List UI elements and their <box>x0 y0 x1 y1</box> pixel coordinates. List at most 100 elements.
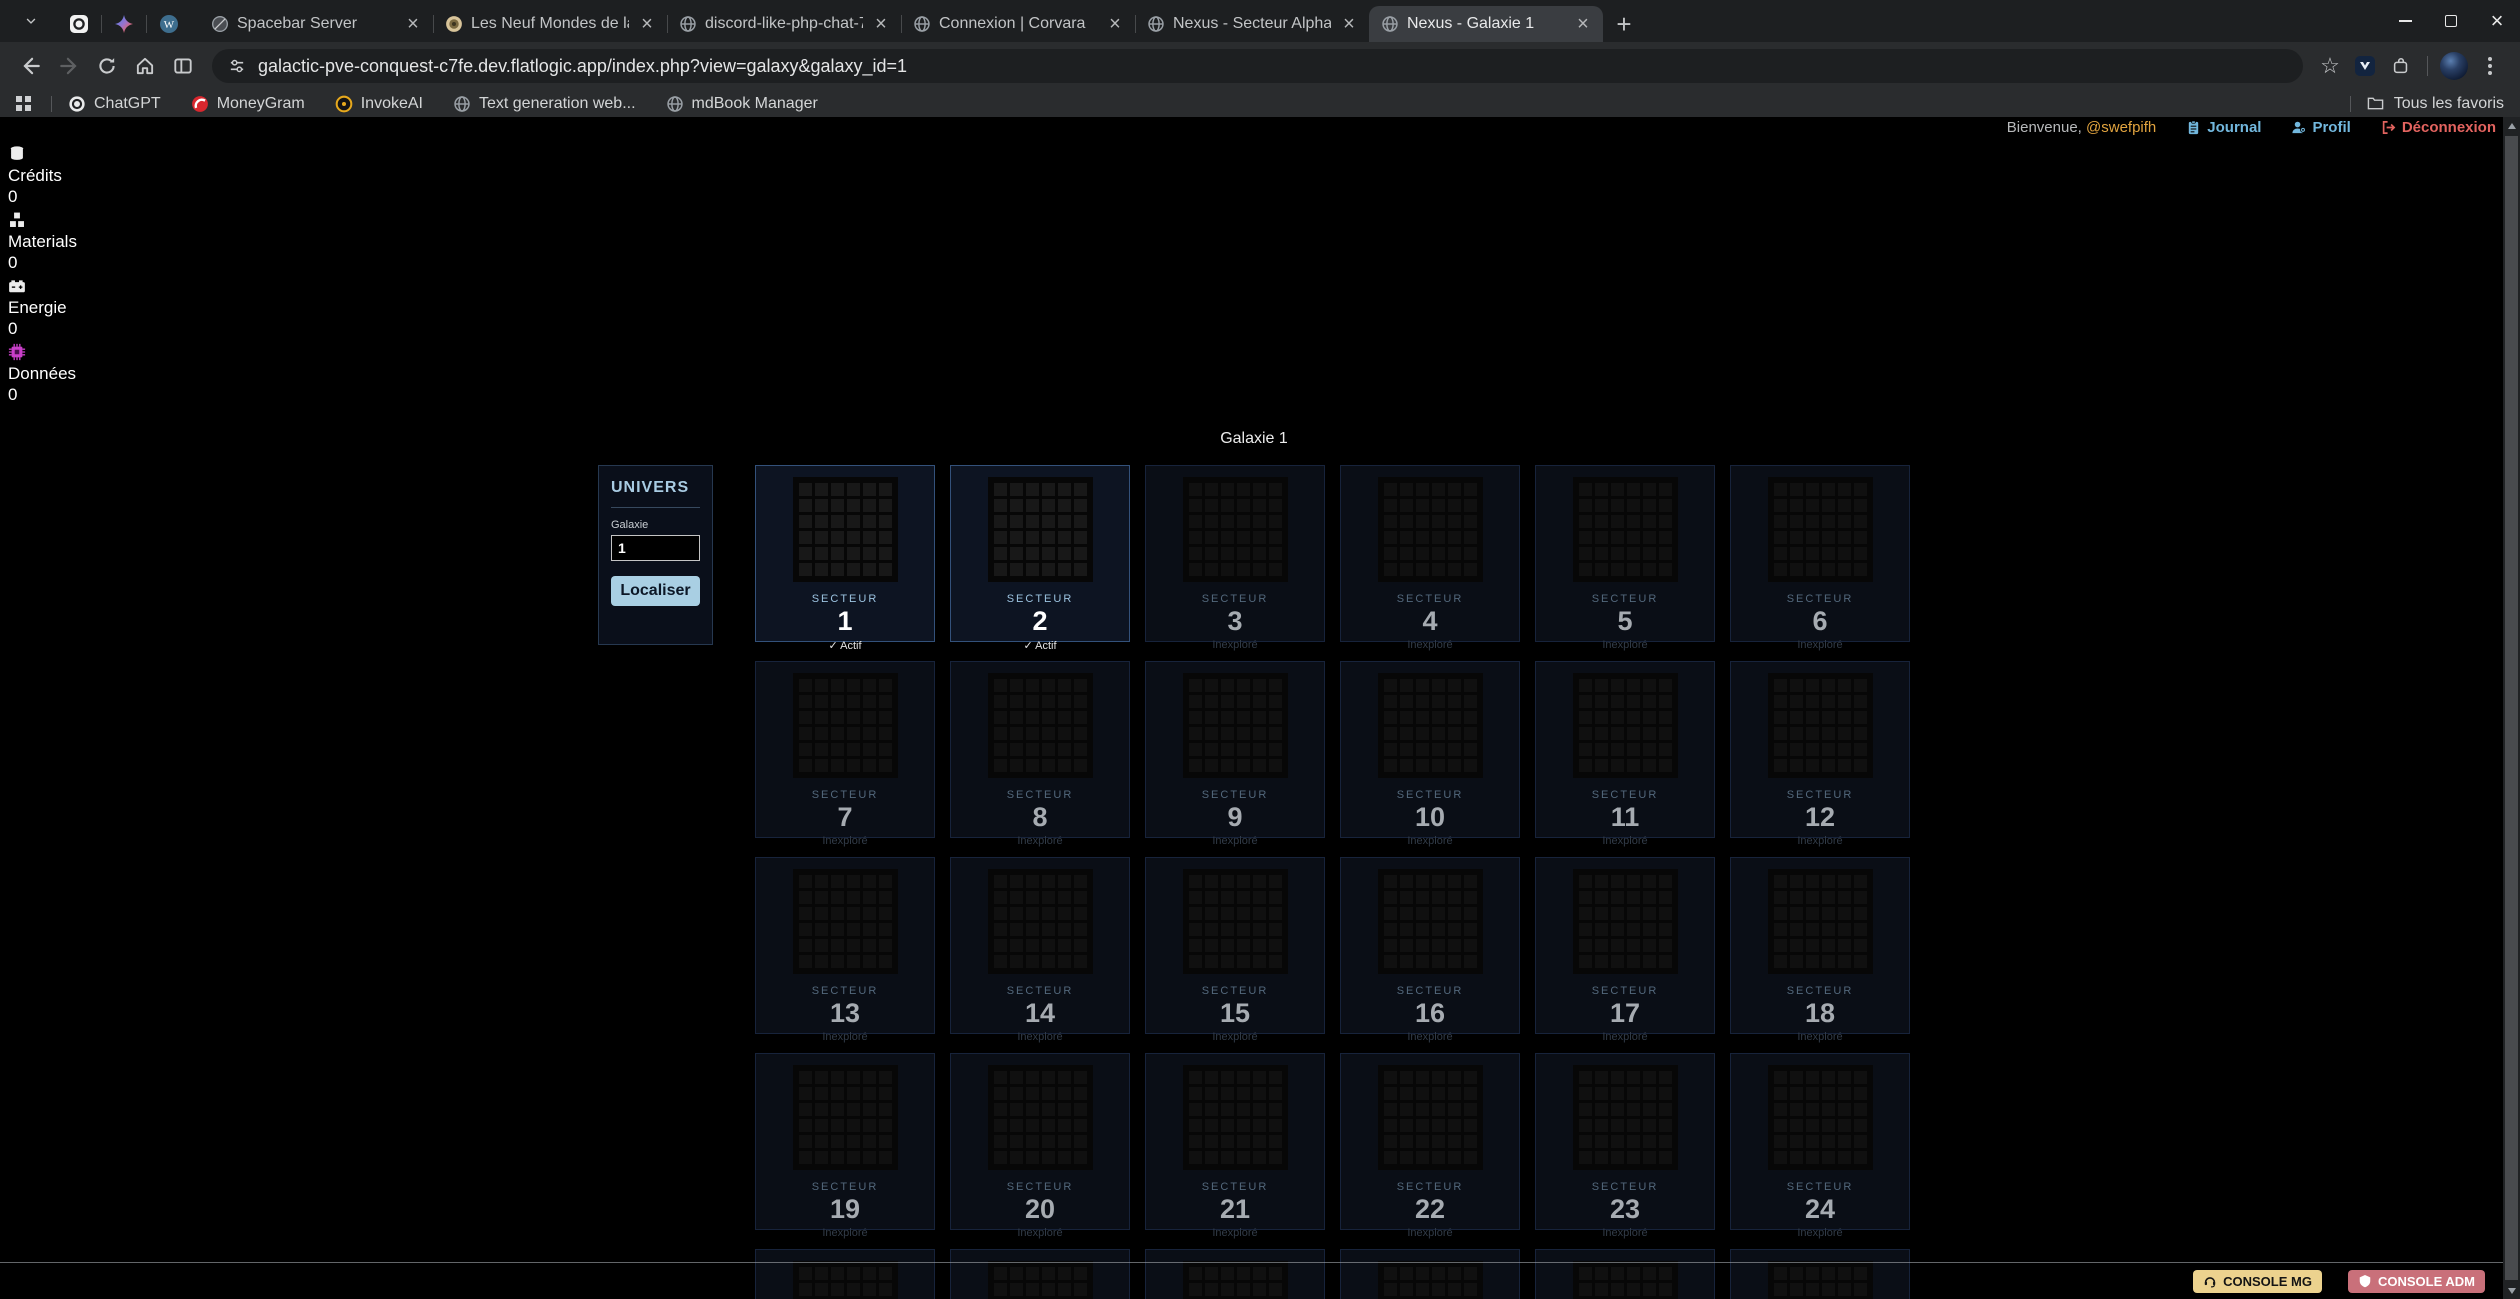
tab-close-icon[interactable]: × <box>1339 14 1359 34</box>
sector-card-1[interactable]: SECTEUR1✓ Actif <box>755 465 935 642</box>
apps-grid-icon[interactable] <box>16 96 31 111</box>
site-settings-icon[interactable] <box>228 57 246 75</box>
sector-card-11[interactable]: SECTEUR11Inexploré <box>1535 661 1715 838</box>
profile-avatar[interactable] <box>2436 48 2472 84</box>
minimap-cell <box>1854 727 1867 740</box>
sector-card-23[interactable]: SECTEUR23Inexploré <box>1535 1053 1715 1230</box>
logout-link[interactable]: Déconnexion <box>2381 119 2496 136</box>
minimap-cell <box>1579 743 1592 756</box>
sector-minimap <box>1573 869 1678 974</box>
close-button[interactable]: × <box>2474 0 2520 42</box>
minimap-cell <box>1790 695 1803 708</box>
minimap-cell <box>1448 515 1461 528</box>
minimap-cell <box>1659 563 1672 576</box>
sector-card-18[interactable]: SECTEUR18Inexploré <box>1730 857 1910 1034</box>
bookmark-text-generation-web[interactable]: Text generation web... <box>453 95 636 113</box>
sector-card-24[interactable]: SECTEUR24Inexploré <box>1730 1053 1910 1230</box>
home-button[interactable] <box>126 47 164 85</box>
minimap-cell <box>847 1151 860 1164</box>
sector-card-13[interactable]: SECTEUR13Inexploré <box>755 857 935 1034</box>
tab-spacebar-server[interactable]: Spacebar Server× <box>199 6 433 42</box>
tab-nexus-galaxie-1[interactable]: Nexus - Galaxie 1× <box>1369 6 1603 42</box>
sector-status: Inexploré <box>1407 1031 1452 1043</box>
forward-button[interactable] <box>50 47 88 85</box>
bookmark-star-icon[interactable]: ☆ <box>2313 53 2347 79</box>
sector-card-9[interactable]: SECTEUR9Inexploré <box>1145 661 1325 838</box>
minimap-cell <box>831 695 844 708</box>
sector-card-12[interactable]: SECTEUR12Inexploré <box>1730 661 1910 838</box>
tab-close-icon[interactable]: × <box>871 14 891 34</box>
console-adm-button[interactable]: CONSOLE ADM <box>2348 1270 2485 1293</box>
tab-close-icon[interactable]: × <box>637 14 657 34</box>
minimap-cell <box>1854 1087 1867 1100</box>
minimap-cell <box>1400 759 1413 772</box>
minimap-cell <box>1822 679 1835 692</box>
minimap-cell <box>1269 875 1282 888</box>
bookmarks-bar: ChatGPT MoneyGram InvokeAI Text generation … <box>0 90 2520 117</box>
tab-discord-like-php-chat-7262-de[interactable]: discord-like-php-chat-7262.de× <box>667 6 901 42</box>
minimize-button[interactable] <box>2382 0 2428 42</box>
page-scrollbar[interactable] <box>2503 117 2520 1299</box>
scrollbar-thumb[interactable] <box>2505 136 2518 1280</box>
sector-card-16[interactable]: SECTEUR16Inexploré <box>1340 857 1520 1034</box>
sector-card-4[interactable]: SECTEUR4Inexploré <box>1340 465 1520 642</box>
localiser-button[interactable]: Localiser <box>611 576 700 606</box>
new-tab-button[interactable]: + <box>1603 6 1645 42</box>
minimap-cell <box>1579 759 1592 772</box>
back-button[interactable] <box>12 47 50 85</box>
minimap-cell <box>1448 483 1461 496</box>
minimap-cell <box>1269 759 1282 772</box>
tab-title: Les Neuf Mondes de la Mythol <box>471 15 629 33</box>
profil-link[interactable]: Profil <box>2291 119 2350 136</box>
pinned-tab-wordpress[interactable]: W <box>146 12 191 36</box>
sector-card-17[interactable]: SECTEUR17Inexploré <box>1535 857 1715 1034</box>
sector-card-3[interactable]: SECTEUR3Inexploré <box>1145 465 1325 642</box>
address-bar[interactable]: galactic-pve-conquest-c7fe.dev.flatlogic… <box>212 49 2303 83</box>
minimap-cell <box>994 939 1007 952</box>
reload-button[interactable] <box>88 47 126 85</box>
tab-close-icon[interactable]: × <box>403 14 423 34</box>
minimap-cell <box>1253 955 1266 968</box>
sector-card-21[interactable]: SECTEUR21Inexploré <box>1145 1053 1325 1230</box>
minimap-cell <box>1384 939 1397 952</box>
extension-icon-blue[interactable] <box>2347 48 2383 84</box>
side-panel-icon[interactable] <box>164 47 202 85</box>
tab-close-icon[interactable]: × <box>1573 14 1593 34</box>
sector-card-5[interactable]: SECTEUR5Inexploré <box>1535 465 1715 642</box>
sector-minimap <box>1768 477 1873 582</box>
maximize-button[interactable] <box>2428 0 2474 42</box>
journal-link[interactable]: Journal <box>2186 119 2261 136</box>
sector-card-14[interactable]: SECTEUR14Inexploré <box>950 857 1130 1034</box>
tab-nexus-secteur-alpha-g1[interactable]: Nexus - Secteur Alpha [G1]× <box>1135 6 1369 42</box>
tab-les-neuf-mondes-de-la-mythol[interactable]: Les Neuf Mondes de la Mythol × <box>433 6 667 42</box>
tab-connexion-corvara[interactable]: Connexion | Corvara× <box>901 6 1135 42</box>
minimap-cell <box>847 563 860 576</box>
extensions-puzzle-icon[interactable] <box>2383 48 2419 84</box>
console-mg-button[interactable]: CONSOLE MG <box>2193 1270 2322 1293</box>
sector-card-10[interactable]: SECTEUR10Inexploré <box>1340 661 1520 838</box>
tab-search-button[interactable] <box>14 4 48 38</box>
sector-card-15[interactable]: SECTEUR15Inexploré <box>1145 857 1325 1034</box>
sector-card-19[interactable]: SECTEUR19Inexploré <box>755 1053 935 1230</box>
bookmark-mdbook-manager[interactable]: mdBook Manager <box>666 95 818 113</box>
url-text[interactable]: galactic-pve-conquest-c7fe.dev.flatlogic… <box>258 56 907 77</box>
browser-menu-icon[interactable] <box>2472 48 2508 84</box>
sector-card-20[interactable]: SECTEUR20Inexploré <box>950 1053 1130 1230</box>
galaxy-input[interactable] <box>611 535 700 561</box>
sector-card-22[interactable]: SECTEUR22Inexploré <box>1340 1053 1520 1230</box>
pinned-tab-gemini[interactable] <box>101 12 146 36</box>
sector-card-8[interactable]: SECTEUR8Inexploré <box>950 661 1130 838</box>
all-bookmarks-button[interactable]: Tous les favoris <box>2367 95 2504 113</box>
pinned-tab-chatgpt[interactable] <box>56 12 101 36</box>
bookmark-chatgpt[interactable]: ChatGPT <box>68 95 161 113</box>
sector-card-2[interactable]: SECTEUR2✓ Actif <box>950 465 1130 642</box>
bookmark-moneygram[interactable]: MoneyGram <box>191 95 305 113</box>
tab-close-icon[interactable]: × <box>1105 14 1125 34</box>
sector-card-6[interactable]: SECTEUR6Inexploré <box>1730 465 1910 642</box>
minimap-cell <box>1579 1103 1592 1116</box>
scrollbar-down-arrow[interactable] <box>2503 1282 2520 1299</box>
sector-card-7[interactable]: SECTEUR7Inexploré <box>755 661 935 838</box>
bookmark-invokeai[interactable]: InvokeAI <box>335 95 423 113</box>
scrollbar-up-arrow[interactable] <box>2503 117 2520 134</box>
minimap-cell <box>1189 531 1202 544</box>
